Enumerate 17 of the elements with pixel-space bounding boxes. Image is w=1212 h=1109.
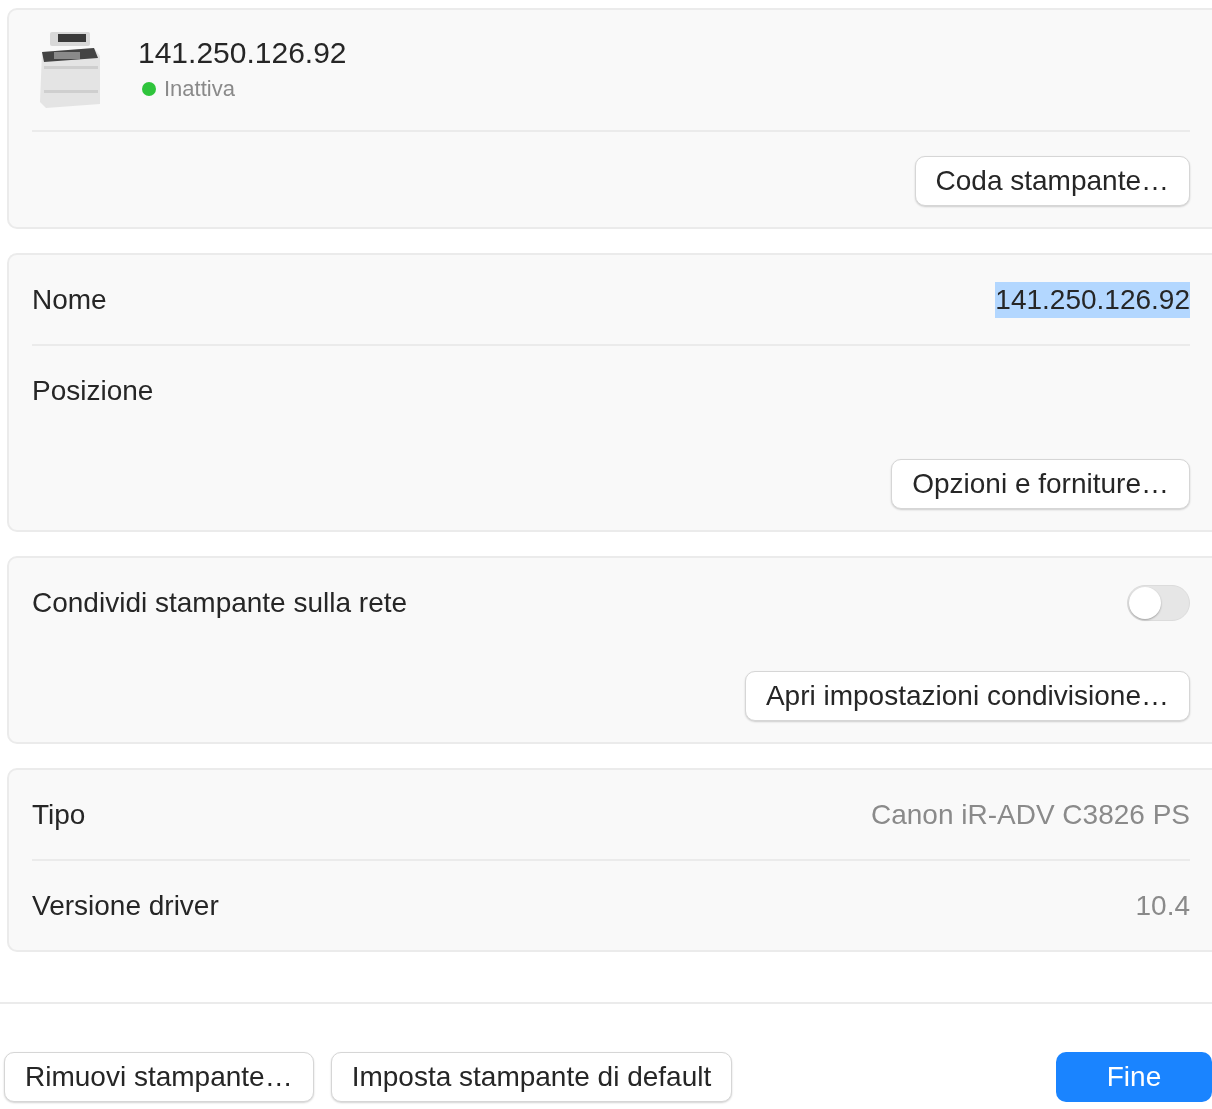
action-button[interactable]: Apri impostazioni condivisione… [744, 671, 1190, 721]
field-value[interactable]: 141.250.126.92 [995, 281, 1190, 318]
field-label: Posizione [32, 374, 154, 407]
printer-name: 141.250.126.92 [138, 36, 347, 70]
footer-button[interactable]: Rimuovi stampante… [4, 1052, 314, 1102]
done-button[interactable]: Fine [1056, 1052, 1212, 1102]
queue-button[interactable]: Coda stampante… [914, 156, 1190, 206]
field-label: Nome [32, 283, 107, 316]
toggle-label: Condividi stampante sulla rete [32, 586, 408, 619]
status-text: Inattiva [164, 76, 235, 102]
action-button[interactable]: Opzioni e forniture… [891, 459, 1190, 509]
toggle-switch[interactable] [1127, 584, 1190, 621]
field-value: 10.4 [1135, 888, 1190, 923]
field-label: Versione driver [32, 889, 219, 922]
footer-button[interactable]: Imposta stampante di default [330, 1052, 733, 1102]
field-label: Tipo [32, 798, 86, 831]
field-value: Canon iR-ADV C3826 PS [870, 797, 1190, 832]
